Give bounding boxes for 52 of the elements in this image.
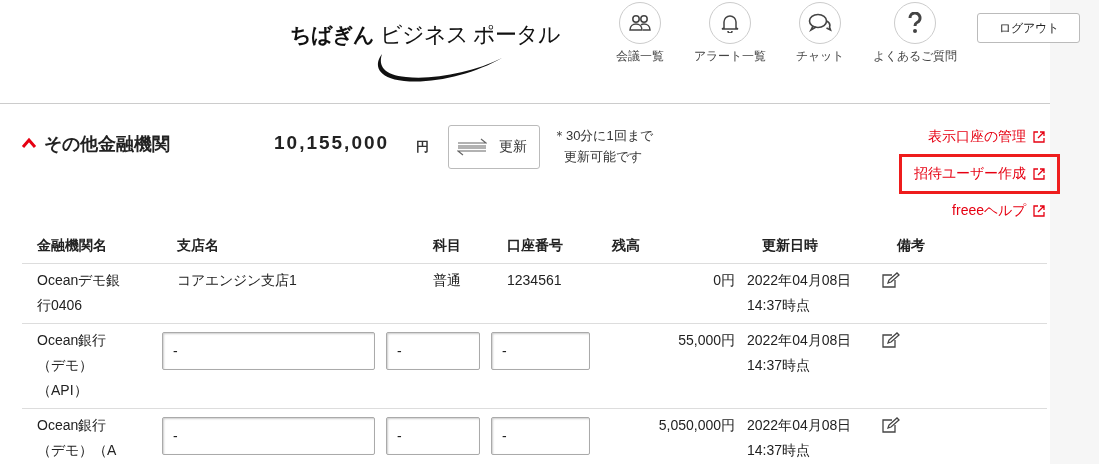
edit-icon[interactable] [882,331,900,348]
nav-button[interactable]: 会議一覧 [600,2,680,65]
column-header: 更新日時 [762,236,818,253]
logout-button[interactable]: ログアウト [977,13,1080,43]
table-cell: 普通 [433,271,461,288]
table-cell-text: Ocean銀行（デモ）（API） [37,330,108,400]
external-link[interactable]: 表示口座の管理 [913,117,1060,157]
logo-subtitle: ビジネス ポータル [380,21,561,49]
column-header: 金融機関名 [37,236,107,253]
external-link-icon [1033,168,1045,180]
logo-text: ちばぎん [290,22,374,48]
people-icon [629,14,651,32]
external-link[interactable]: 招待ユーザー作成 [899,154,1060,194]
input-field[interactable]: - [162,416,375,455]
table-cell: 0円 [713,271,735,288]
table-cell: 1234561 [507,271,562,288]
nav-button[interactable]: アラート一覧 [680,2,780,65]
input-field[interactable]: - [491,331,590,370]
refresh-note: ＊30分に1回まで 更新可能です [553,127,653,166]
edit-icon[interactable] [882,416,900,433]
section-title: その他金融機関 [44,133,170,156]
column-header: 残高 [612,236,640,253]
question-mark-icon [908,12,922,34]
table-cell: 2022年04月08日 14:37時点 [747,331,852,373]
external-link[interactable]: freeeヘルプ [937,191,1060,231]
column-header: 科目 [433,236,461,253]
edit-icon[interactable] [882,271,900,288]
table-cell: 5,050,000円 [658,416,735,433]
input-field[interactable]: - [386,331,480,370]
table-cell-text: Oceanデモ銀行0406 [37,270,122,315]
input-field[interactable]: - [491,416,590,455]
external-link-icon [1033,205,1045,217]
input-field[interactable]: - [162,331,375,370]
swap-arrows-icon [457,138,487,156]
table-cell: コアエンジン支店1 [177,271,297,288]
bell-icon [721,13,739,33]
chat-bubbles-icon [808,13,832,33]
external-link-icon [1033,131,1045,143]
table-cell: 55,000円 [678,331,735,348]
total-amount: 10,155,000 [274,132,390,154]
table-cell-text: Ocean銀行（デモ）（A [37,415,118,460]
table-cell: 2022年04月08日 14:37時点 [747,271,852,313]
nav-button[interactable]: チャット [780,2,860,65]
column-header: 備考 [897,236,925,253]
column-header: 支店名 [177,236,219,253]
chevron-up-icon[interactable] [21,137,37,149]
table-cell: 2022年04月08日 14:37時点 [747,416,852,458]
input-field[interactable]: - [386,416,480,455]
refresh-button[interactable]: 更新 [448,125,540,169]
nav-button[interactable]: よくあるご質問 [860,2,970,65]
column-header: 口座番号 [507,236,563,253]
currency-unit: 円 [416,138,429,156]
